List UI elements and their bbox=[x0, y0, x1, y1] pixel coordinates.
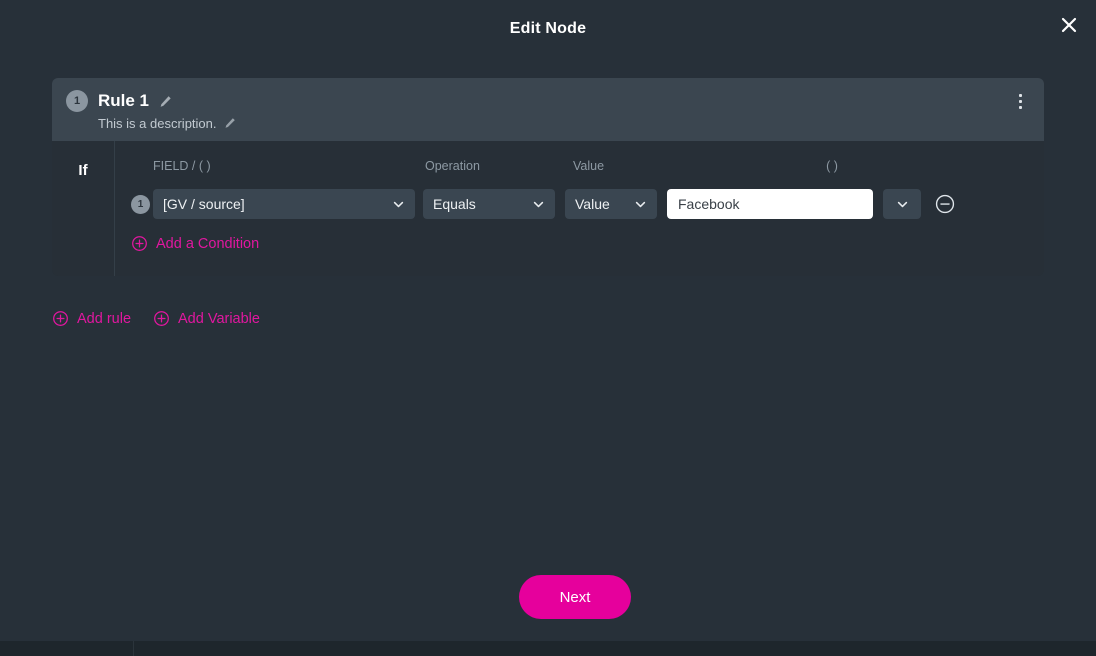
add-rule-label: Add rule bbox=[77, 310, 132, 327]
add-condition-label: Add a Condition bbox=[156, 235, 260, 252]
chevron-down-icon bbox=[634, 198, 647, 211]
plus-circle-icon bbox=[153, 310, 170, 327]
plus-circle-icon bbox=[131, 235, 148, 252]
header-field: FIELD / ( ) bbox=[153, 159, 211, 173]
add-condition-button[interactable]: Add a Condition bbox=[131, 235, 259, 252]
minus-circle-icon[interactable] bbox=[931, 190, 959, 218]
edit-node-modal: Edit Node 1 Rule 1 This is a description… bbox=[0, 0, 1096, 641]
rule-actions: Add rule Add Variable bbox=[52, 310, 260, 327]
pencil-icon-rule-description[interactable] bbox=[224, 117, 237, 130]
conditions-column: FIELD / ( ) Operation Value ( ) 1 [GV / … bbox=[115, 141, 1044, 276]
page-title: Edit Node bbox=[509, 20, 587, 37]
value-type-select[interactable]: Value bbox=[565, 189, 657, 219]
condition-number-badge: 1 bbox=[131, 194, 150, 214]
header-operation: Operation bbox=[425, 159, 480, 173]
if-label: If bbox=[78, 162, 88, 179]
pencil-icon-rule-name[interactable] bbox=[159, 95, 172, 108]
next-button[interactable]: Next bbox=[519, 575, 631, 619]
rule-description: This is a description. bbox=[98, 116, 217, 131]
rule-body: If FIELD / ( ) Operation Value ( ) 1 [GV… bbox=[52, 141, 1044, 276]
plus-circle-icon bbox=[52, 310, 69, 327]
rule-number-badge: 1 bbox=[66, 90, 88, 112]
add-variable-button[interactable]: Add Variable bbox=[153, 310, 260, 327]
add-rule-button[interactable]: Add rule bbox=[52, 310, 131, 327]
rule-description-row: This is a description. bbox=[98, 116, 1030, 131]
parenthesis-select[interactable] bbox=[883, 189, 921, 219]
close-icon[interactable] bbox=[1054, 10, 1084, 40]
field-select[interactable]: [GV / source] bbox=[153, 189, 415, 219]
value-type-select-value: Value bbox=[575, 196, 610, 212]
operation-select[interactable]: Equals bbox=[423, 189, 555, 219]
field-select-value: [GV / source] bbox=[163, 196, 245, 212]
bottom-bar-divider bbox=[133, 641, 134, 656]
bottom-bar bbox=[0, 641, 1096, 656]
chevron-down-icon bbox=[392, 198, 405, 211]
rule-header: 1 Rule 1 This is a description. bbox=[52, 78, 1044, 141]
kebab-menu-icon[interactable] bbox=[1010, 88, 1030, 114]
if-column: If bbox=[52, 141, 115, 276]
chevron-down-icon bbox=[532, 198, 545, 211]
rule-card: 1 Rule 1 This is a description. If FIELD… bbox=[52, 78, 1044, 276]
rule-name: Rule 1 bbox=[98, 91, 150, 110]
condition-column-headers: FIELD / ( ) Operation Value ( ) bbox=[115, 155, 1044, 177]
condition-number-cell: 1 bbox=[115, 194, 153, 214]
value-input[interactable] bbox=[667, 189, 873, 219]
condition-row: 1 [GV / source] Equals Value Facebook bbox=[115, 189, 1044, 219]
chevron-down-icon bbox=[896, 198, 909, 211]
operation-select-value: Equals bbox=[433, 196, 476, 212]
header-parenthesis: ( ) bbox=[826, 159, 838, 173]
add-condition-wrapper: Add a Condition bbox=[131, 235, 1044, 271]
header-value: Value bbox=[573, 159, 605, 173]
add-variable-label: Add Variable bbox=[178, 310, 260, 327]
